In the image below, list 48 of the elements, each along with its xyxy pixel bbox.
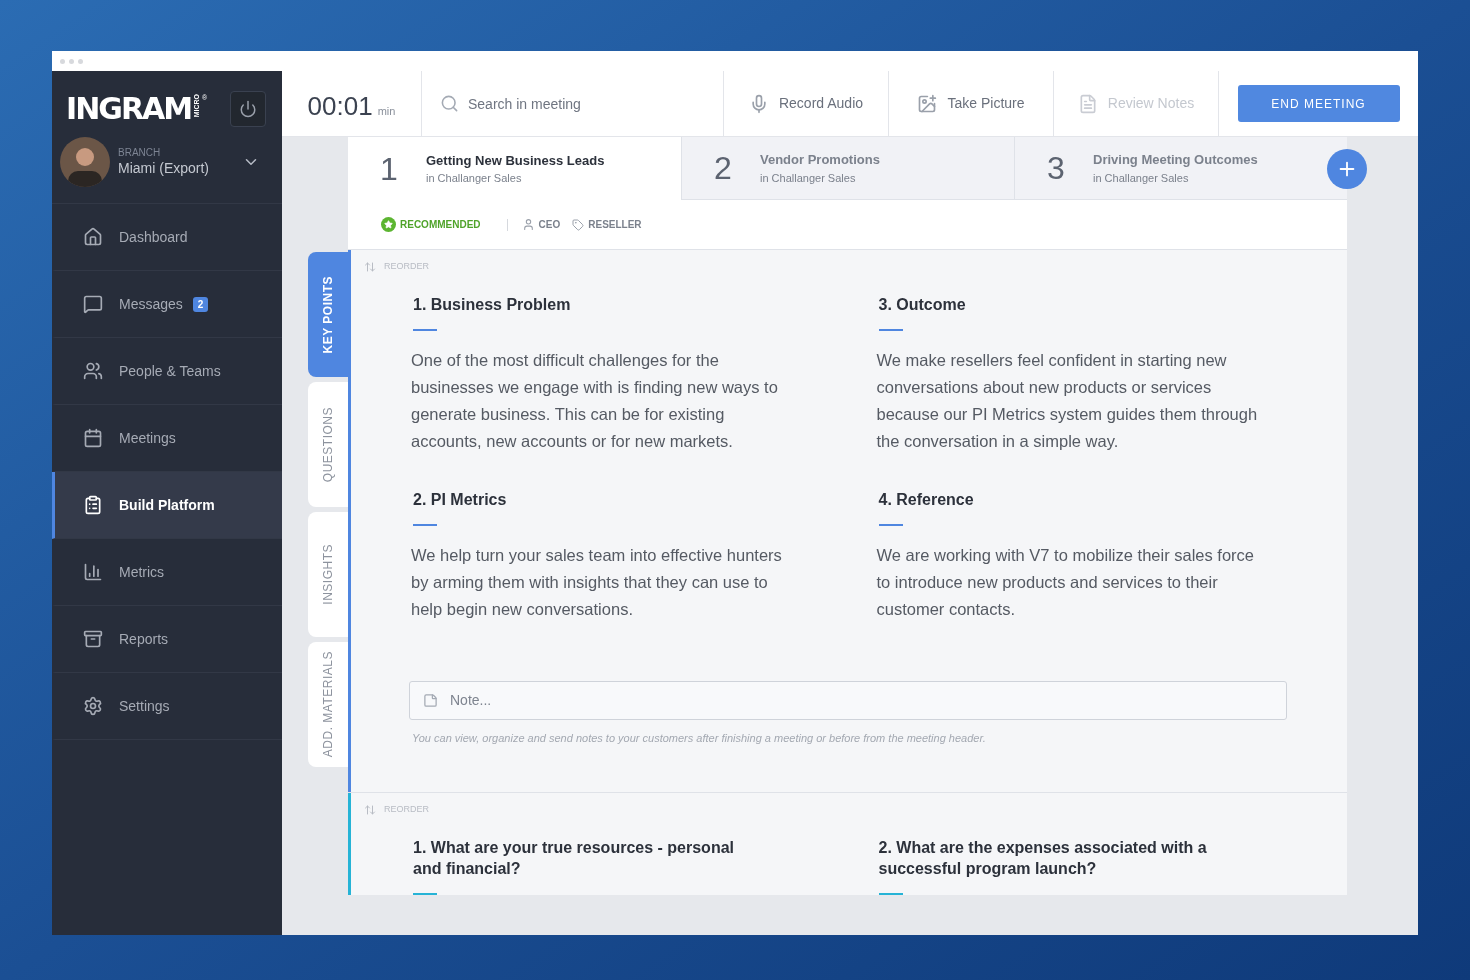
search-field[interactable]: Search in meeting bbox=[422, 71, 724, 137]
end-meeting-button[interactable]: END MEETING bbox=[1237, 85, 1400, 122]
sidebar-label: Settings bbox=[119, 696, 170, 716]
tag-label: RECOMMENDED bbox=[400, 218, 481, 232]
sidebar-item[interactable]: Reports bbox=[52, 606, 282, 673]
sidebar-label: Build Platform bbox=[119, 495, 215, 515]
sidebar-item[interactable]: People & Teams bbox=[52, 338, 282, 405]
point-text: One of the most difficult challenges for the businesses we engage with is finding new ways to generate business. This can be for existing accounts, new accounts or for new markets. bbox=[411, 349, 779, 452]
sidebar-label: Meetings bbox=[119, 428, 176, 448]
sidebar-label: Metrics bbox=[119, 562, 165, 582]
vertical-tab[interactable]: ADD. MATERIALS bbox=[308, 642, 348, 767]
topic-tab[interactable]: 2 Vendor Promotions in Challanger Sales bbox=[681, 137, 1014, 200]
sidebar-item[interactable]: Build Platform bbox=[52, 472, 282, 539]
count-badge: 2 bbox=[192, 296, 209, 312]
tag-label: RESELLER bbox=[588, 218, 642, 232]
sidebar-label: Dashboard bbox=[119, 227, 188, 247]
reorder-label: REORDER bbox=[384, 803, 429, 816]
sidebar-item[interactable]: Messages 2 bbox=[52, 271, 282, 338]
topic-tab[interactable]: 3 Driving Meeting Outcomes in Challanger Sales bbox=[1014, 137, 1347, 200]
note-hint: You can view, organize and send notes to your customers after finishing a meeting or before from the meeting header. bbox=[412, 730, 987, 746]
timer-unit: min bbox=[377, 104, 396, 119]
sidebar-item[interactable]: Metrics bbox=[52, 539, 282, 606]
vertical-tab[interactable]: QUESTIONS bbox=[308, 382, 348, 507]
logo-wordmark: INGRAM bbox=[66, 94, 192, 124]
toolbar-button[interactable]: Record Audio bbox=[724, 71, 889, 137]
tag-label: CEO bbox=[538, 218, 561, 232]
reorder-label: REORDER bbox=[384, 260, 429, 273]
point-title: 1. Business Problem bbox=[412, 294, 572, 315]
point-text: We help turn your sales team into effective hunters by arming them with insights that they can use to help begin new conversations. bbox=[411, 544, 783, 620]
branch-name: Miami (Export) bbox=[118, 159, 210, 177]
vertical-tab[interactable]: KEY POINTS bbox=[308, 252, 348, 377]
sidebar-label: Messages bbox=[119, 294, 183, 314]
note-field[interactable]: Note... bbox=[409, 680, 1287, 720]
point-title: 1. What are your true resources - personal and financial? bbox=[412, 837, 735, 879]
sidebar-label: People & Teams bbox=[119, 361, 221, 381]
vertical-tab[interactable]: INSIGHTS bbox=[308, 512, 348, 637]
meeting-timer: 00:01 bbox=[307, 90, 373, 123]
sidebar-item[interactable]: Settings bbox=[52, 673, 282, 740]
point-text: We are working with V7 to mobilize their sales force to introduce new products and services to their customer contacts. bbox=[876, 544, 1256, 620]
sidebar-item[interactable]: Dashboard bbox=[52, 204, 282, 271]
point-text: We make resellers feel confident in starting new conversations about new products or services because our PI Metrics system guides them through the conversation in a simple way. bbox=[876, 349, 1259, 452]
sidebar-label: Reports bbox=[119, 629, 169, 649]
branch-label: BRANCH bbox=[118, 147, 162, 160]
toolbar-button[interactable]: Take Picture bbox=[889, 71, 1054, 137]
point-title: 4. Reference bbox=[877, 489, 975, 510]
point-title: 2. What are the expenses associated with a successful program launch? bbox=[877, 837, 1208, 879]
point-title: 3. Outcome bbox=[877, 294, 967, 315]
point-title: 2. PI Metrics bbox=[412, 489, 508, 510]
